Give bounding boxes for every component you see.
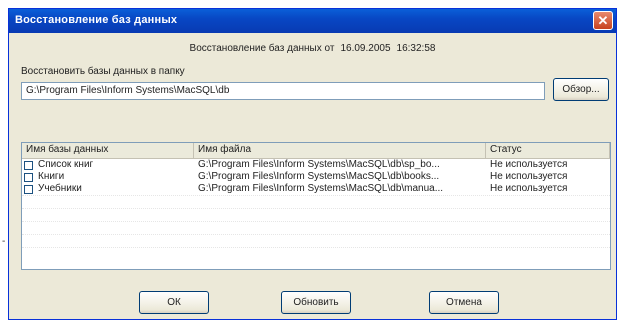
empty-row [22, 195, 610, 208]
title-bar[interactable]: Восстановление баз данных ✕ [9, 9, 616, 33]
table-row[interactable]: Книги G:\Program Files\Inform Systems\Ma… [22, 171, 610, 183]
refresh-button[interactable]: Обновить [281, 291, 351, 314]
browse-button[interactable]: Обзор... [553, 78, 609, 101]
row-checkbox[interactable] [24, 184, 33, 194]
column-header-name[interactable]: Имя базы данных [22, 143, 194, 158]
empty-row [22, 247, 610, 260]
row-checkbox[interactable] [24, 160, 33, 170]
backup-info: Восстановление баз данных от 16.09.2005 16… [9, 43, 616, 54]
row-checkbox[interactable] [24, 172, 33, 182]
table-row[interactable]: Список книг G:\Program Files\Inform Syst… [22, 159, 610, 171]
column-header-status[interactable]: Статус [486, 143, 610, 158]
column-header-file[interactable]: Имя файла [194, 143, 486, 158]
empty-row [22, 234, 610, 247]
database-list: Имя базы данных Имя файла Статус Список … [21, 142, 611, 270]
cancel-button[interactable]: Отмена [429, 291, 499, 314]
restore-database-dialog: Восстановление баз данных ✕ Восстановлен… [8, 8, 617, 320]
database-name: Книги [38, 171, 65, 182]
table-header: Имя базы данных Имя файла Статус [22, 143, 610, 159]
database-name: Список книг [38, 159, 94, 170]
backup-time: 16:32:58 [396, 43, 436, 54]
database-file: G:\Program Files\Inform Systems\MacSQL\d… [198, 183, 444, 194]
backup-info-label: Восстановление баз данных от [189, 43, 335, 54]
database-status: Не используется [490, 159, 568, 170]
database-name: Учебники [38, 183, 82, 194]
backup-date: 16.09.2005 [340, 43, 391, 54]
database-status: Не используется [490, 183, 568, 194]
restore-folder-label: Восстановить базы данных в папку [21, 66, 185, 77]
table-row[interactable]: Учебники G:\Program Files\Inform Systems… [22, 183, 610, 195]
stray-dash: - [2, 236, 6, 247]
ok-button[interactable]: ОК [139, 291, 209, 314]
empty-row [22, 221, 610, 234]
database-file: G:\Program Files\Inform Systems\MacSQL\d… [198, 159, 440, 170]
window-title: Восстановление баз данных [15, 14, 178, 26]
database-file: G:\Program Files\Inform Systems\MacSQL\d… [198, 171, 440, 182]
database-status: Не используется [490, 171, 568, 182]
empty-row [22, 208, 610, 221]
restore-folder-path-input[interactable]: G:\Program Files\Inform Systems\MacSQL\d… [21, 82, 545, 100]
close-button[interactable]: ✕ [593, 11, 613, 30]
